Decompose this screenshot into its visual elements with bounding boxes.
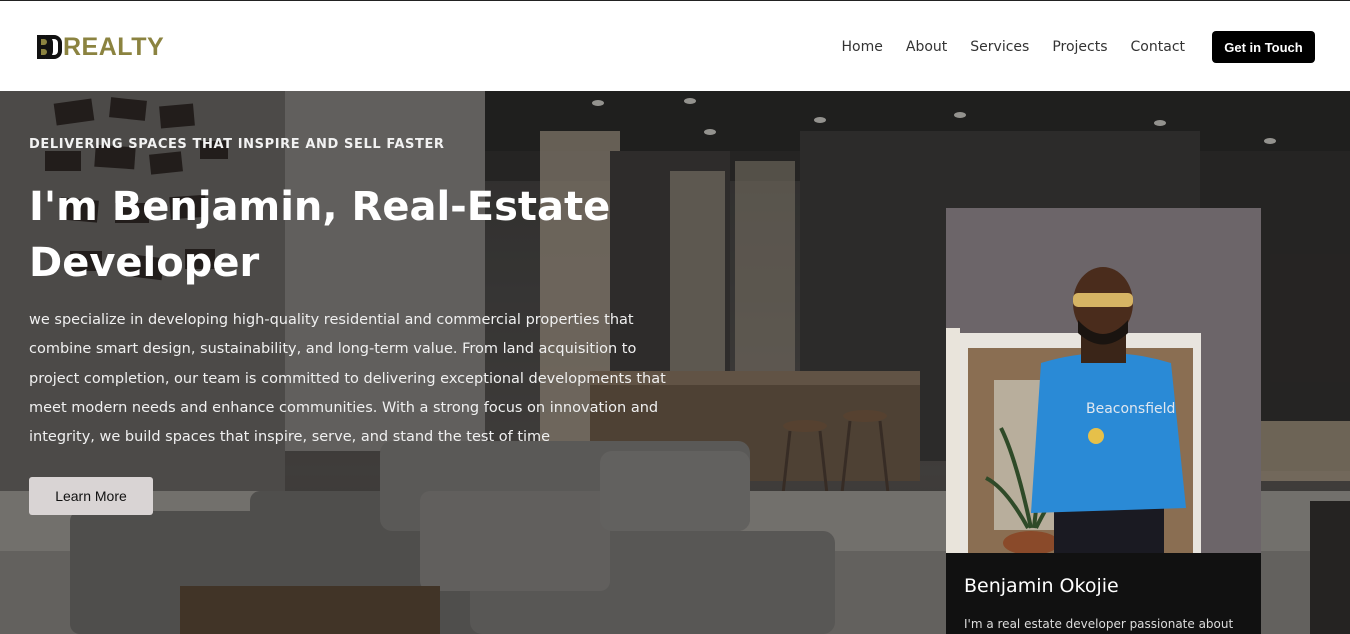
svg-text:Beaconsfield: Beaconsfield bbox=[1086, 401, 1175, 417]
learn-more-button[interactable]: Learn More bbox=[29, 477, 153, 515]
nav-about[interactable]: About bbox=[906, 38, 947, 56]
nav-services[interactable]: Services bbox=[970, 38, 1029, 56]
main-nav: Home About Services Projects Contact bbox=[842, 38, 1185, 56]
profile-bio: I'm a real estate developer passionate a… bbox=[964, 617, 1234, 631]
nav-contact[interactable]: Contact bbox=[1131, 38, 1185, 56]
logo[interactable]: REALTY bbox=[37, 33, 164, 61]
profile-card: Beaconsfield Benjamin Okojie I'm a real … bbox=[946, 208, 1261, 634]
logo-text: REALTY bbox=[63, 33, 165, 61]
hero-intro: we specialize in developing high-quality… bbox=[29, 312, 666, 446]
logo-mark-icon bbox=[37, 35, 63, 59]
profile-name: Benjamin Okojie bbox=[964, 575, 1119, 597]
nav-projects[interactable]: Projects bbox=[1052, 38, 1107, 56]
site-header: REALTY Home About Services Projects Cont… bbox=[0, 0, 1350, 91]
get-in-touch-button[interactable]: Get in Touch bbox=[1212, 31, 1315, 63]
hero-headline: I'm Benjamin, Real-Estate Developer bbox=[29, 184, 611, 286]
nav-home[interactable]: Home bbox=[842, 38, 883, 56]
profile-photo: Beaconsfield bbox=[946, 208, 1261, 553]
hero-section: DELIVERING SPACES THAT INSPIRE AND SELL … bbox=[0, 91, 1350, 634]
hero-tagline: DELIVERING SPACES THAT INSPIRE AND SELL … bbox=[29, 137, 445, 152]
